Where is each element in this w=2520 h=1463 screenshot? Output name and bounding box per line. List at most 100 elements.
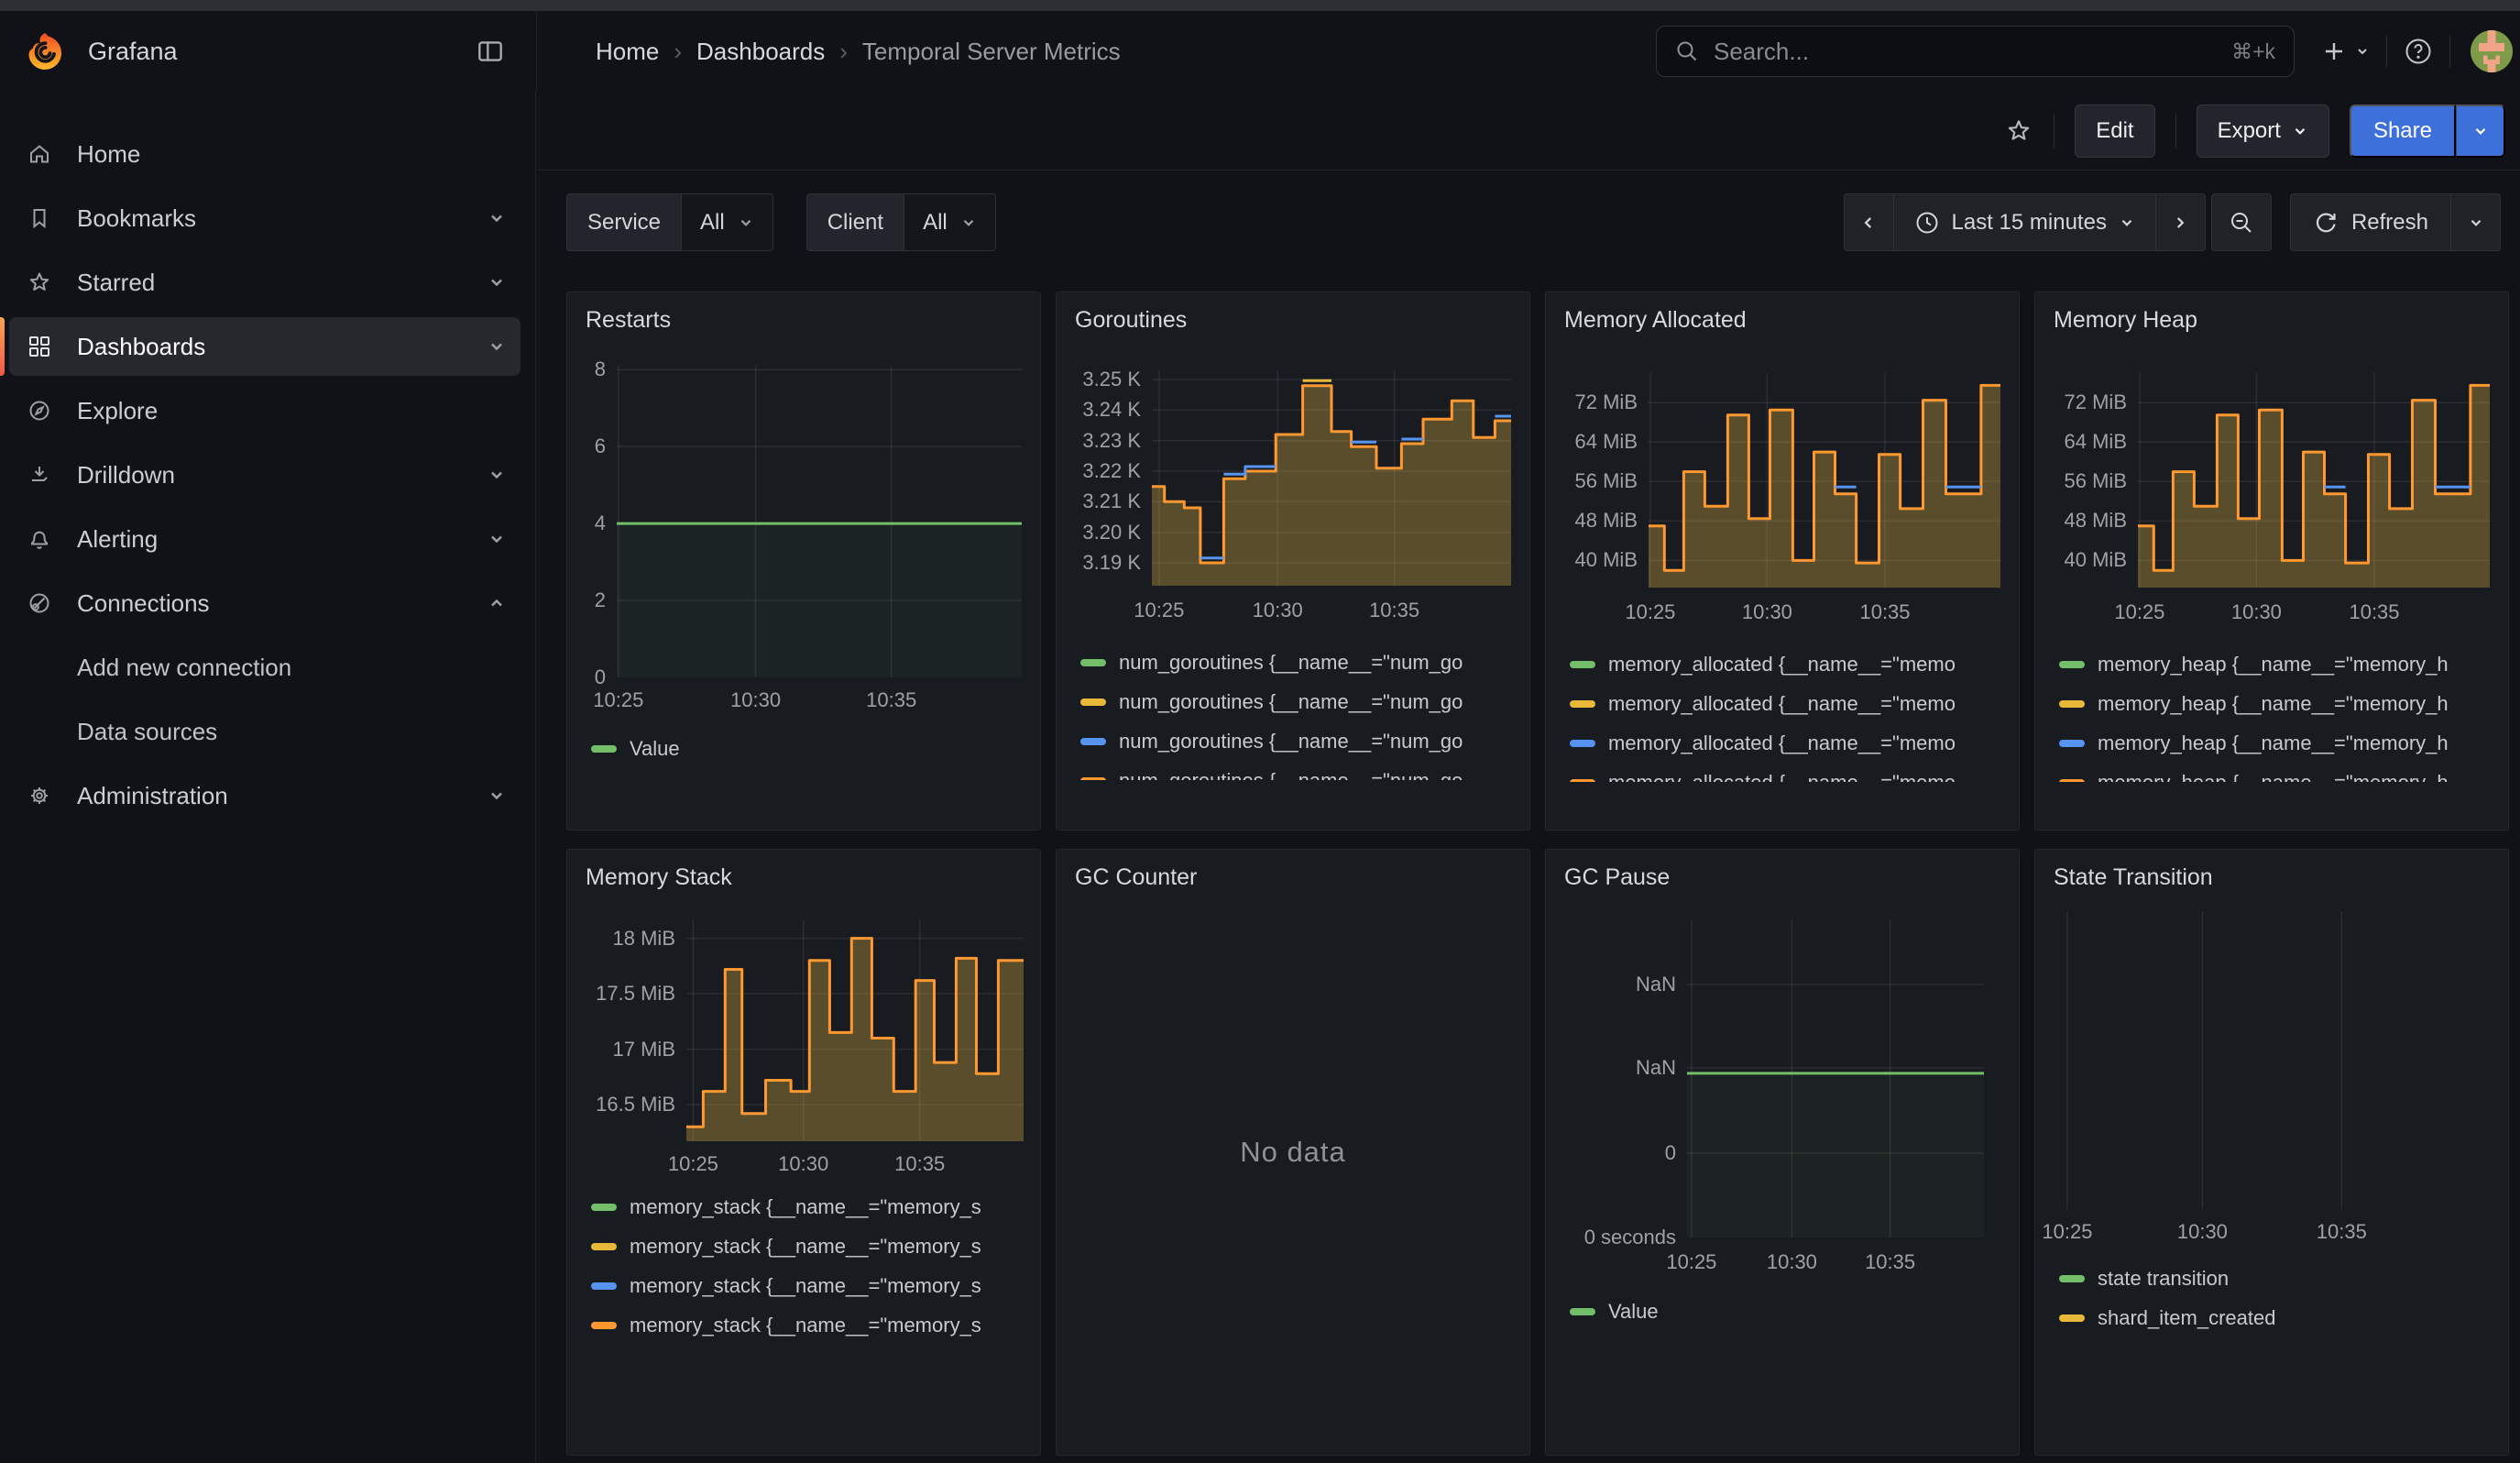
y-tick-label: 8 [567,357,606,382]
legend-item[interactable]: memory_allocated {__name__="memo [1570,763,2010,782]
chart-restarts[interactable] [617,366,1022,677]
legend-label: num_goroutines {__name__="num_go [1119,730,1463,754]
chart-memory-heap[interactable] [2138,373,2490,588]
legend-item[interactable]: memory_heap {__name__="memory_h [2059,684,2499,723]
legend-item[interactable]: Value [591,729,1031,768]
x-tick-label: 10:25 [2076,600,2204,624]
sidebar-item-drilldown[interactable]: Drilldown [9,446,520,504]
service-label: Service [567,194,681,250]
sidebar-item-starred[interactable]: Starred [9,253,520,312]
grafana-logo-icon[interactable] [24,30,66,72]
panel-title[interactable]: Memory Heap [2054,307,2197,334]
chevron-down-icon[interactable] [488,786,506,805]
sidebar-item-bookmarks[interactable]: Bookmarks [9,189,520,248]
drilldown-icon [26,461,53,489]
nav-divider [2449,36,2450,67]
legend-item[interactable]: state transition [2059,1259,2499,1298]
favorite-star-icon[interactable] [2004,116,2033,146]
sidebar-item-connections[interactable]: Connections [9,574,520,632]
chevron-down-icon[interactable] [488,209,506,227]
chart-memory-stack[interactable] [686,919,1024,1141]
refresh-interval-button[interactable] [2450,193,2501,251]
breadcrumb-home[interactable]: Home [596,38,659,66]
legend-item[interactable]: memory_heap {__name__="memory_h [2059,723,2499,763]
service-variable[interactable]: Service All [566,193,773,251]
edit-button[interactable]: Edit [2075,104,2154,158]
search-input[interactable] [1712,37,2219,67]
panel-title[interactable]: GC Pause [1564,864,1670,891]
panel-title[interactable]: Memory Stack [586,864,732,891]
legend-item[interactable]: Value [1570,1292,2010,1331]
export-button[interactable]: Export [2197,104,2329,158]
refresh-icon [2313,210,2339,236]
sidebar-item-alerting[interactable]: Alerting [9,510,520,568]
legend-color-dash [1570,740,1595,747]
time-shift-back-button[interactable] [1844,193,1894,251]
x-tick-label: 10:35 [2277,1220,2405,1244]
legend-item[interactable]: num_goroutines {__name__="num_go [1080,643,1520,682]
legend-item[interactable]: num_goroutines {__name__="num_go [1080,721,1520,761]
breadcrumb-separator: › [674,38,682,66]
time-range-picker[interactable]: Last 15 minutes [1893,193,2156,251]
panel-title[interactable]: Goroutines [1075,307,1187,334]
legend-item[interactable]: memory_heap {__name__="memory_h [2059,644,2499,684]
legend-item[interactable]: memory_heap {__name__="memory_h [2059,763,2499,782]
chevron-down-icon[interactable] [488,466,506,484]
zoom-out-button[interactable] [2211,193,2272,251]
legend-label: memory_heap {__name__="memory_h [2098,771,2449,783]
legend-item[interactable]: memory_stack {__name__="memory_s [591,1266,1031,1305]
chart-memory-allocated[interactable] [1649,373,2000,588]
window-top-strip [0,0,2520,11]
client-value-dropdown[interactable]: All [904,194,995,250]
client-variable[interactable]: Client All [806,193,996,251]
chevron-down-icon [2292,123,2308,139]
legend-label: memory_stack {__name__="memory_s [630,1314,981,1337]
chevron-up-icon[interactable] [488,594,506,612]
service-value-dropdown[interactable]: All [681,194,772,250]
legend-item[interactable]: memory_stack {__name__="memory_s [591,1187,1031,1226]
help-icon[interactable] [2404,37,2433,66]
chart-state-transition[interactable] [2054,911,2495,1209]
legend-item[interactable]: num_goroutines {__name__="num_go [1080,761,1520,780]
avatar[interactable] [2471,30,2513,72]
x-tick-label: 10:35 [1826,1250,1955,1274]
time-shift-forward-button[interactable] [2155,193,2206,251]
chart-goroutines[interactable] [1152,370,1511,586]
sidebar-item-add-new-connection[interactable]: Add new connection [9,638,520,697]
panel-title[interactable]: State Transition [2054,864,2213,891]
panel-title[interactable]: Memory Allocated [1564,307,1747,334]
chevron-down-icon[interactable] [488,337,506,356]
share-button[interactable]: Share [2350,104,2456,158]
sidebar-item-dashboards[interactable]: Dashboards [9,317,520,376]
share-menu-button[interactable] [2456,104,2505,158]
legend-item[interactable]: memory_allocated {__name__="memo [1570,723,2010,763]
bookmark-icon [26,204,53,232]
sidebar-toggle-icon[interactable] [475,36,506,67]
chevron-down-icon[interactable] [488,530,506,548]
search-box[interactable]: ⌘+k [1656,26,2295,77]
share-button-group: Share [2350,104,2505,158]
refresh-button[interactable]: Refresh [2290,193,2451,251]
x-tick-label: 10:35 [2310,600,2438,624]
legend-item[interactable]: memory_stack {__name__="memory_s [591,1305,1031,1345]
legend-item[interactable]: shard_item_created [2059,1298,2499,1337]
breadcrumb-dashboards[interactable]: Dashboards [696,38,825,66]
panel-title[interactable]: Restarts [586,307,671,334]
y-tick-label: 17 MiB [567,1037,675,1062]
legend-item[interactable]: memory_allocated {__name__="memo [1570,644,2010,684]
add-new-button[interactable] [2320,38,2370,65]
chart-gc-pause[interactable] [1687,919,1984,1238]
time-controls: Last 15 minutes [1844,193,2501,251]
legend-item[interactable]: num_goroutines {__name__="num_go [1080,682,1520,721]
legend-label: memory_allocated {__name__="memo [1608,771,1956,783]
sidebar-item-explore[interactable]: Explore [9,381,520,440]
chevron-down-icon[interactable] [488,273,506,292]
sidebar-item-data-sources[interactable]: Data sources [9,702,520,761]
y-tick-label: 2 [567,588,606,613]
legend-item[interactable]: memory_allocated {__name__="memo [1570,684,2010,723]
legend: Value [1570,1292,2010,1331]
legend-item[interactable]: memory_stack {__name__="memory_s [591,1226,1031,1266]
sidebar-item-home[interactable]: Home [9,125,520,183]
sidebar-item-administration[interactable]: Administration [9,766,520,825]
chevron-down-icon [738,214,754,231]
